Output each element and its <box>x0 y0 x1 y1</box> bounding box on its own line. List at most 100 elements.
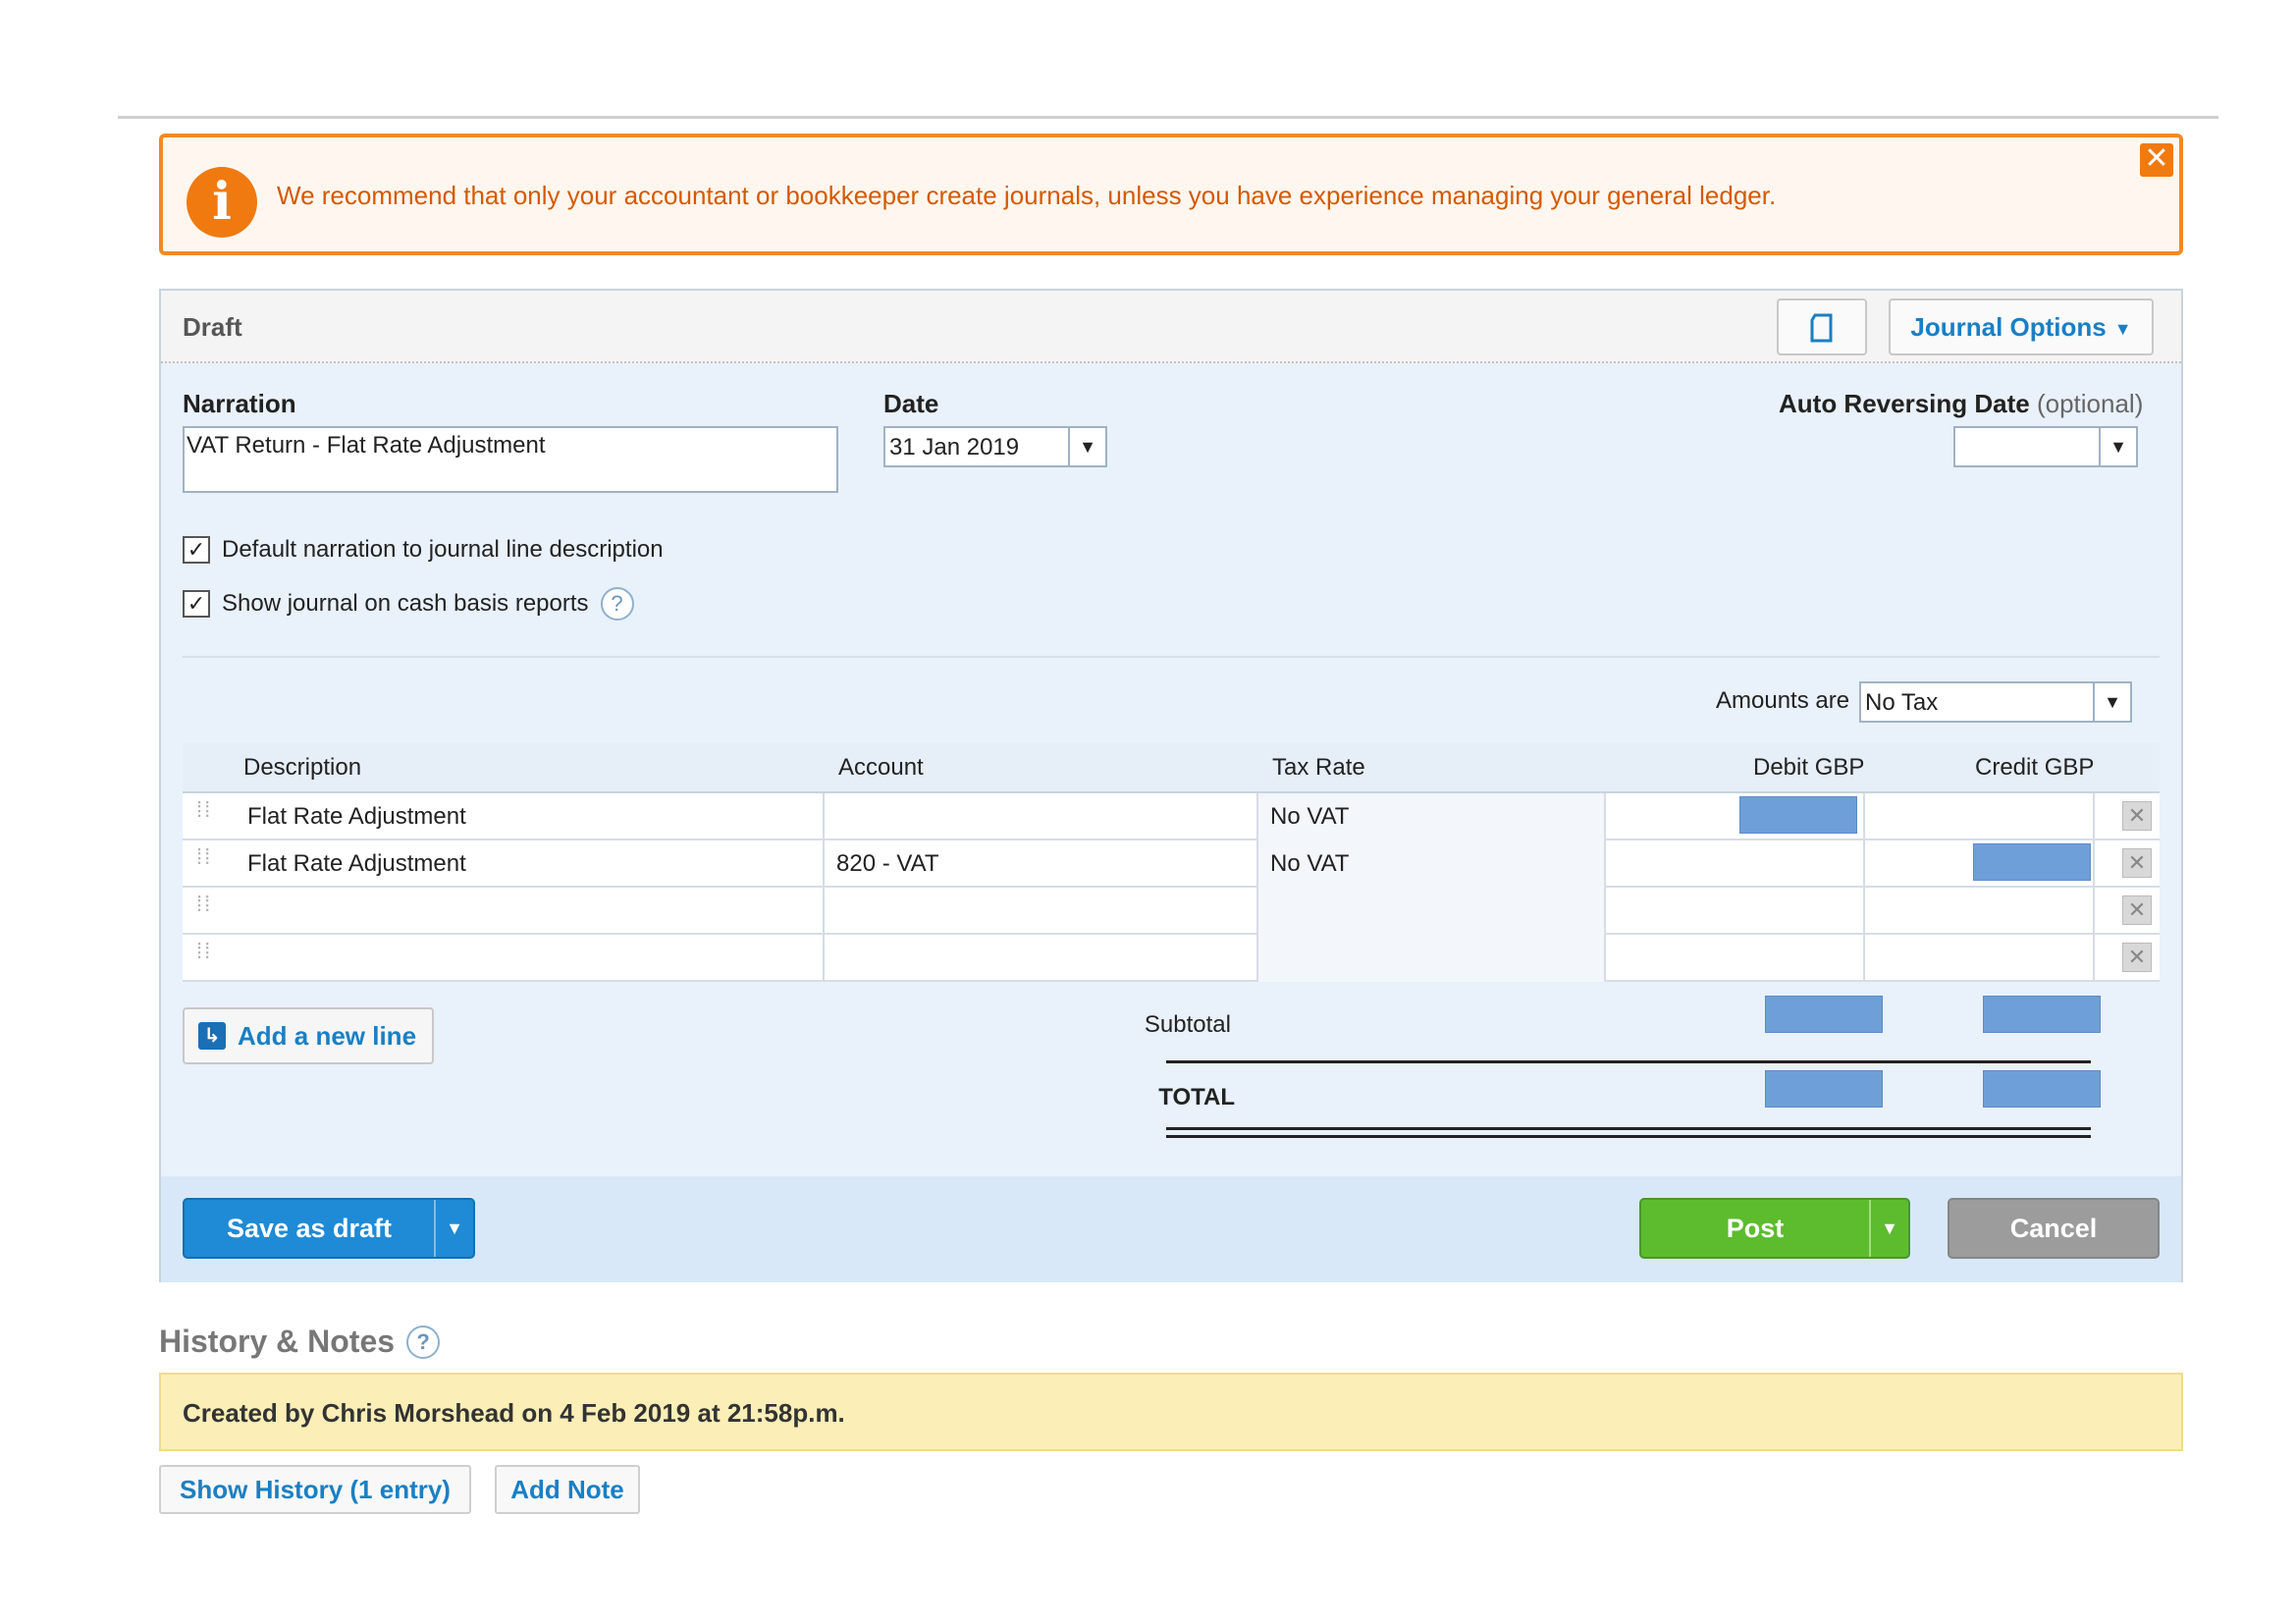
post-label: Post <box>1726 1213 1785 1243</box>
row-debit[interactable] <box>1606 840 1865 888</box>
chevron-down-icon: ▼ <box>1079 437 1096 457</box>
amounts-are-select[interactable]: No Tax <box>1859 681 2095 723</box>
row-tax-rate[interactable]: No VAT <box>1258 840 1606 888</box>
warning-text: We recommend that only your accountant o… <box>277 181 1777 210</box>
drag-handle-icon[interactable]: ⁞⁞ <box>196 846 216 878</box>
journal-options-label: Journal Options <box>1910 312 2107 342</box>
delete-row-icon[interactable]: ✕ <box>2122 848 2152 878</box>
amounts-are-dropdown-button[interactable]: ▼ <box>2093 681 2132 723</box>
panel-header: Draft Journal Options ▼ <box>161 291 2181 363</box>
table-row: ⁞⁞ Flat Rate Adjustment No VAT ✕ <box>183 793 2160 840</box>
chevron-down-icon: ▼ <box>2113 319 2132 340</box>
subtotal-rule <box>1166 1060 2091 1063</box>
amounts-are-label: Amounts are <box>1716 687 1850 714</box>
table-row: ⁞⁞ Flat Rate Adjustment 820 - VAT No VAT… <box>183 840 2160 888</box>
top-divider <box>118 116 2218 119</box>
header-credit: Credit GBP <box>1975 754 2095 781</box>
warning-banner: i We recommend that only your accountant… <box>159 134 2183 255</box>
add-line-icon: ↳ <box>198 1022 226 1050</box>
close-icon[interactable]: ✕ <box>2140 143 2173 177</box>
auto-reversing-dropdown-button[interactable]: ▼ <box>2099 426 2138 467</box>
total-double-rule-lower <box>1166 1135 2091 1138</box>
header-description: Description <box>243 754 362 781</box>
date-label: Date <box>883 389 939 418</box>
optional-hint: (optional) <box>2036 389 2144 418</box>
row-tax-rate[interactable]: No VAT <box>1258 793 1606 840</box>
add-note-button[interactable]: Add Note <box>495 1465 640 1514</box>
chevron-down-icon[interactable]: ▼ <box>434 1200 473 1257</box>
row-credit[interactable] <box>1865 935 2095 982</box>
default-narration-checkbox[interactable]: ✓ <box>183 536 210 564</box>
table-header: Description Account Tax Rate Debit GBP C… <box>183 742 2160 793</box>
total-label: TOTAL <box>1158 1084 1235 1110</box>
journal-panel: Draft Journal Options ▼ Narration VAT Ret… <box>159 289 2183 1282</box>
row-account[interactable] <box>825 793 1258 840</box>
drag-handle-icon[interactable]: ⁞⁞ <box>196 799 216 831</box>
delete-row-icon[interactable]: ✕ <box>2122 943 2152 972</box>
save-as-draft-button[interactable]: Save as draft ▼ <box>183 1198 475 1259</box>
history-notes-heading: History & Notes <box>159 1324 396 1359</box>
row-tax-rate[interactable] <box>1258 935 1606 982</box>
history-notes-title: History & Notes ? <box>159 1324 441 1360</box>
save-as-draft-label: Save as draft <box>226 1213 393 1243</box>
help-icon[interactable]: ? <box>600 587 634 621</box>
total-credit-redacted <box>1983 1070 2101 1108</box>
row-credit[interactable] <box>1865 888 2095 935</box>
show-history-button[interactable]: Show History (1 entry) <box>159 1465 471 1514</box>
subtotal-label: Subtotal <box>1144 1011 1231 1038</box>
total-double-rule <box>1166 1127 2091 1130</box>
row-credit[interactable] <box>1865 840 2095 888</box>
cancel-button[interactable]: Cancel <box>1948 1198 2160 1259</box>
redacted-amount <box>1739 796 1857 834</box>
header-tax-rate: Tax Rate <box>1272 754 1365 781</box>
table-row: ⁞⁞ ✕ <box>183 935 2160 982</box>
drag-handle-icon[interactable]: ⁞⁞ <box>196 893 216 925</box>
row-tax-rate[interactable] <box>1258 888 1606 935</box>
post-button[interactable]: Post ▼ <box>1639 1198 1910 1259</box>
drag-handle-icon[interactable]: ⁞⁞ <box>196 941 216 972</box>
journal-lines-table: Description Account Tax Rate Debit GBP C… <box>183 742 2160 982</box>
header-debit: Debit GBP <box>1753 754 1865 781</box>
row-debit[interactable] <box>1606 888 1865 935</box>
journal-options-button[interactable]: Journal Options ▼ <box>1889 298 2154 355</box>
total-debit-redacted <box>1765 1070 1883 1108</box>
row-account[interactable]: 820 - VAT <box>825 840 1258 888</box>
panel-footer: Save as draft ▼ Post ▼ Cancel <box>161 1176 2181 1282</box>
chevron-down-icon: ▼ <box>2104 692 2121 712</box>
chevron-down-icon: ▼ <box>2109 437 2127 457</box>
add-new-line-button[interactable]: ↳ Add a new line <box>183 1007 434 1064</box>
narration-input[interactable]: VAT Return - Flat Rate Adjustment <box>183 426 838 493</box>
row-debit[interactable] <box>1606 793 1865 840</box>
header-account: Account <box>838 754 924 781</box>
delete-row-icon[interactable]: ✕ <box>2122 895 2152 925</box>
row-account[interactable] <box>825 888 1258 935</box>
redacted-amount <box>1973 843 2091 881</box>
auto-reversing-date-input[interactable] <box>1953 426 2101 467</box>
auto-reversing-label: Auto Reversing Date (optional) <box>1779 389 2143 419</box>
row-description[interactable]: Flat Rate Adjustment <box>236 793 825 840</box>
status-label: Draft <box>183 312 242 342</box>
cash-basis-label: Show journal on cash basis reports <box>222 590 589 617</box>
journal-page: i We recommend that only your accountant… <box>0 0 2296 1624</box>
section-divider <box>183 656 2160 658</box>
auto-reversing-label-text: Auto Reversing Date <box>1779 389 2030 418</box>
print-button[interactable] <box>1777 298 1867 355</box>
row-debit[interactable] <box>1606 935 1865 982</box>
date-dropdown-button[interactable]: ▼ <box>1068 426 1107 467</box>
row-account[interactable] <box>825 935 1258 982</box>
add-new-line-label: Add a new line <box>238 1020 417 1051</box>
date-input[interactable]: 31 Jan 2019 <box>883 426 1070 467</box>
row-credit[interactable] <box>1865 793 2095 840</box>
delete-row-icon[interactable]: ✕ <box>2122 801 2152 831</box>
default-narration-row: ✓ Default narration to journal line desc… <box>183 536 664 564</box>
row-description[interactable] <box>236 888 825 935</box>
subtotal-debit-redacted <box>1765 996 1883 1033</box>
row-description[interactable]: Flat Rate Adjustment <box>236 840 825 888</box>
subtotal-credit-redacted <box>1983 996 2101 1033</box>
row-description[interactable] <box>236 935 825 982</box>
chevron-down-icon[interactable]: ▼ <box>1869 1200 1908 1257</box>
cash-basis-checkbox[interactable]: ✓ <box>183 590 210 618</box>
default-narration-label: Default narration to journal line descri… <box>222 536 664 563</box>
help-icon[interactable]: ? <box>406 1325 441 1359</box>
info-icon: i <box>187 167 257 238</box>
